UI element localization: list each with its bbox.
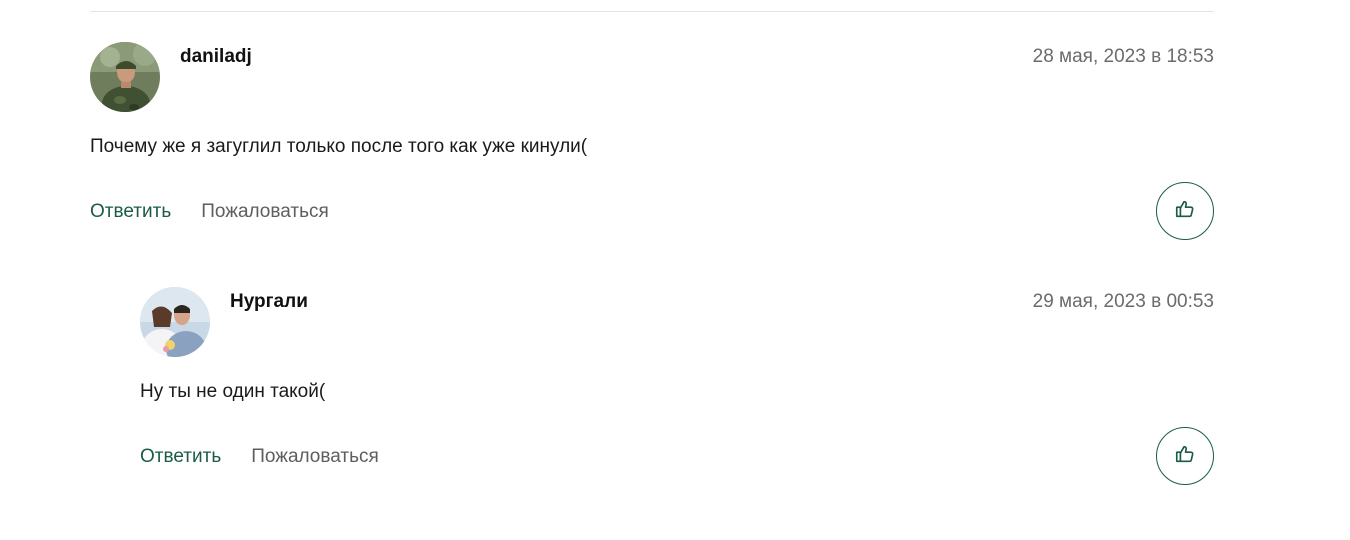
report-button[interactable]: Пожаловаться: [201, 201, 329, 223]
comment-text: Почему же я загуглил только после того к…: [90, 136, 588, 157]
thumbs-up-icon: [1174, 198, 1196, 225]
report-button[interactable]: Пожаловаться: [251, 446, 379, 468]
comment-actions: Ответить Пожаловаться: [140, 446, 379, 468]
avatar[interactable]: [90, 42, 160, 112]
thumbs-up-icon: [1174, 443, 1196, 470]
reply-button[interactable]: Ответить: [140, 446, 221, 468]
comments-section: daniladj 28 мая, 2023 в 18:53 Почему же …: [0, 0, 1350, 540]
comment-date: 28 мая, 2023 в 18:53: [1032, 46, 1214, 67]
author-name[interactable]: Нургали: [230, 291, 308, 313]
comment-date: 29 мая, 2023 в 00:53: [1032, 291, 1214, 312]
author-name[interactable]: daniladj: [180, 46, 252, 68]
like-button[interactable]: [1156, 182, 1214, 240]
comment-actions: Ответить Пожаловаться: [90, 201, 329, 223]
like-button[interactable]: [1156, 427, 1214, 485]
comment-text: Ну ты не один такой(: [140, 381, 326, 402]
reply-button[interactable]: Ответить: [90, 201, 171, 223]
top-divider: [90, 11, 1214, 12]
avatar[interactable]: [140, 287, 210, 357]
